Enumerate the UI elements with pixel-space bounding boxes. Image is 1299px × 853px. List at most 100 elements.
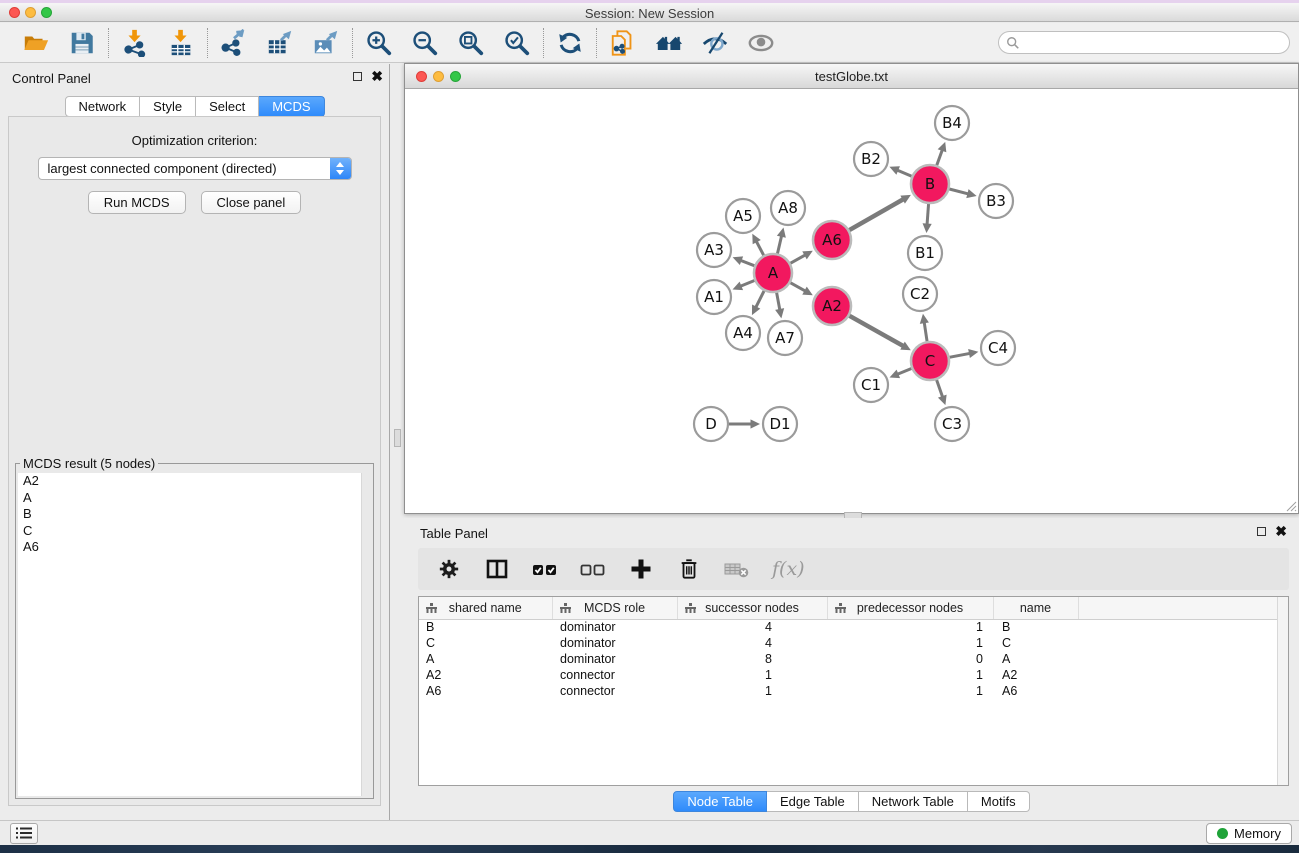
float-panel-icon[interactable]	[353, 72, 362, 81]
tab-mcds[interactable]: MCDS	[259, 96, 324, 117]
table-cell[interactable]: 1	[827, 683, 993, 699]
graph-node-B[interactable]: B	[911, 165, 949, 203]
column-header-MCDS-role[interactable]: MCDS role	[552, 597, 677, 619]
task-history-list-icon[interactable]	[10, 823, 38, 844]
column-header-successor-nodes[interactable]: successor nodes	[677, 597, 827, 619]
graph-node-A6[interactable]: A6	[813, 221, 851, 259]
graph-node-D1[interactable]: D1	[763, 407, 797, 441]
float-table-panel-icon[interactable]	[1257, 527, 1266, 536]
edge-C-C3[interactable]	[936, 377, 943, 398]
close-panel-button[interactable]: Close panel	[201, 191, 302, 214]
graph-node-D[interactable]: D	[694, 407, 728, 441]
graph-node-A2[interactable]: A2	[813, 287, 851, 325]
graph-node-A4[interactable]: A4	[726, 316, 760, 350]
graph-node-C4[interactable]: C4	[981, 331, 1015, 365]
table-row[interactable]: Adominator80A	[419, 651, 1279, 667]
graph-node-A7[interactable]: A7	[768, 321, 802, 355]
column-header-predecessor-nodes[interactable]: predecessor nodes	[827, 597, 993, 619]
optimization-criterion-dropdown[interactable]: largest connected component (directed)	[38, 157, 352, 180]
table-cell[interactable]: A6	[993, 683, 1078, 699]
function-builder-fx-icon[interactable]: f(x)	[772, 558, 805, 580]
zoom-in-icon[interactable]	[363, 27, 395, 59]
run-mcds-button[interactable]: Run MCDS	[88, 191, 186, 214]
save-floppy-icon[interactable]	[66, 27, 98, 59]
export-network-icon[interactable]	[218, 27, 250, 59]
table-scrollbar[interactable]	[1277, 597, 1288, 785]
mcds-result-item[interactable]: A2	[18, 473, 371, 490]
table-cell[interactable]: 4	[677, 635, 827, 651]
table-cell[interactable]: A2	[993, 667, 1078, 683]
graph-node-C1[interactable]: C1	[854, 368, 888, 402]
zoom-selected-icon[interactable]	[501, 27, 533, 59]
network-from-clipboard-icon[interactable]	[607, 27, 639, 59]
table-cell[interactable]: 1	[827, 619, 993, 635]
graph-node-B4[interactable]: B4	[935, 106, 969, 140]
refresh-layout-icon[interactable]	[554, 27, 586, 59]
tab-style[interactable]: Style	[140, 96, 196, 117]
table-row[interactable]: Cdominator41C	[419, 635, 1279, 651]
import-table-icon[interactable]	[165, 27, 197, 59]
graph-node-A1[interactable]: A1	[697, 280, 731, 314]
table-cell[interactable]: 4	[677, 619, 827, 635]
table-cell[interactable]: C	[993, 635, 1078, 651]
graph-node-A[interactable]: A	[754, 254, 792, 292]
close-table-panel-icon[interactable]: ✖	[1275, 526, 1287, 536]
deselect-all-checkboxes-icon[interactable]	[580, 556, 606, 582]
table-cell[interactable]: connector	[552, 667, 677, 683]
mcds-result-item[interactable]: A	[18, 490, 371, 507]
export-table-icon[interactable]	[264, 27, 296, 59]
close-panel-icon[interactable]: ✖	[371, 71, 383, 81]
tab-select[interactable]: Select	[196, 96, 259, 117]
import-network-icon[interactable]	[119, 27, 151, 59]
table-cell[interactable]: 1	[677, 667, 827, 683]
edge-B-B1[interactable]	[927, 201, 929, 226]
table-cell[interactable]: A	[419, 651, 552, 667]
mcds-result-item[interactable]: A6	[18, 539, 371, 556]
table-cell[interactable]: dominator	[552, 651, 677, 667]
table-cell[interactable]: dominator	[552, 635, 677, 651]
network-canvas[interactable]: B4B2BB3A8A5A6A3B1AC2A1A2A4A7C4CC1DD1C3	[405, 89, 1298, 513]
graph-node-B3[interactable]: B3	[979, 184, 1013, 218]
edge-A-A8[interactable]	[777, 235, 782, 257]
table-cell[interactable]: connector	[552, 683, 677, 699]
table-row[interactable]: A6connector11A6	[419, 683, 1279, 699]
table-cell[interactable]: dominator	[552, 619, 677, 635]
delete-table-icon[interactable]	[724, 556, 750, 582]
table-row[interactable]: A2connector11A2	[419, 667, 1279, 683]
mcds-list-scrollbar[interactable]	[361, 473, 371, 796]
column-header-name[interactable]: name	[993, 597, 1078, 619]
table-cell[interactable]: A	[993, 651, 1078, 667]
table-cell[interactable]: 1	[677, 683, 827, 699]
tab-motifs[interactable]: Motifs	[968, 791, 1030, 812]
table-cell[interactable]: C	[419, 635, 552, 651]
edge-A2-C[interactable]	[847, 314, 904, 346]
table-cell[interactable]: 1	[827, 635, 993, 651]
select-all-checkboxes-icon[interactable]	[532, 556, 558, 582]
create-column-plus-icon[interactable]	[628, 556, 654, 582]
table-cell[interactable]: 1	[827, 667, 993, 683]
memory-button[interactable]: Memory	[1206, 823, 1292, 844]
tab-node-table[interactable]: Node Table	[673, 791, 767, 812]
mcds-result-item[interactable]: C	[18, 523, 371, 540]
zoom-fit-icon[interactable]	[455, 27, 487, 59]
table-cell[interactable]: 8	[677, 651, 827, 667]
first-neighbors-homes-icon[interactable]	[653, 27, 685, 59]
table-row[interactable]: Bdominator41B	[419, 619, 1279, 635]
edge-B-B3[interactable]	[946, 188, 969, 194]
hide-eye-slash-icon[interactable]	[699, 27, 731, 59]
edge-C-C4[interactable]	[947, 353, 971, 358]
edge-A-A4[interactable]	[755, 288, 765, 308]
search-field[interactable]	[998, 31, 1290, 54]
table-cell[interactable]: 0	[827, 651, 993, 667]
graph-node-B2[interactable]: B2	[854, 142, 888, 176]
table-cell[interactable]: B	[993, 619, 1078, 635]
graph-node-C3[interactable]: C3	[935, 407, 969, 441]
column-settings-gear-icon[interactable]	[436, 556, 462, 582]
show-columns-icon[interactable]	[484, 556, 510, 582]
edge-A6-B[interactable]	[847, 199, 905, 232]
resize-grip-icon[interactable]	[1284, 499, 1297, 512]
graph-node-A8[interactable]: A8	[771, 191, 805, 225]
tab-network[interactable]: Network	[64, 96, 140, 117]
table-cell[interactable]: B	[419, 619, 552, 635]
export-image-icon[interactable]	[310, 27, 342, 59]
